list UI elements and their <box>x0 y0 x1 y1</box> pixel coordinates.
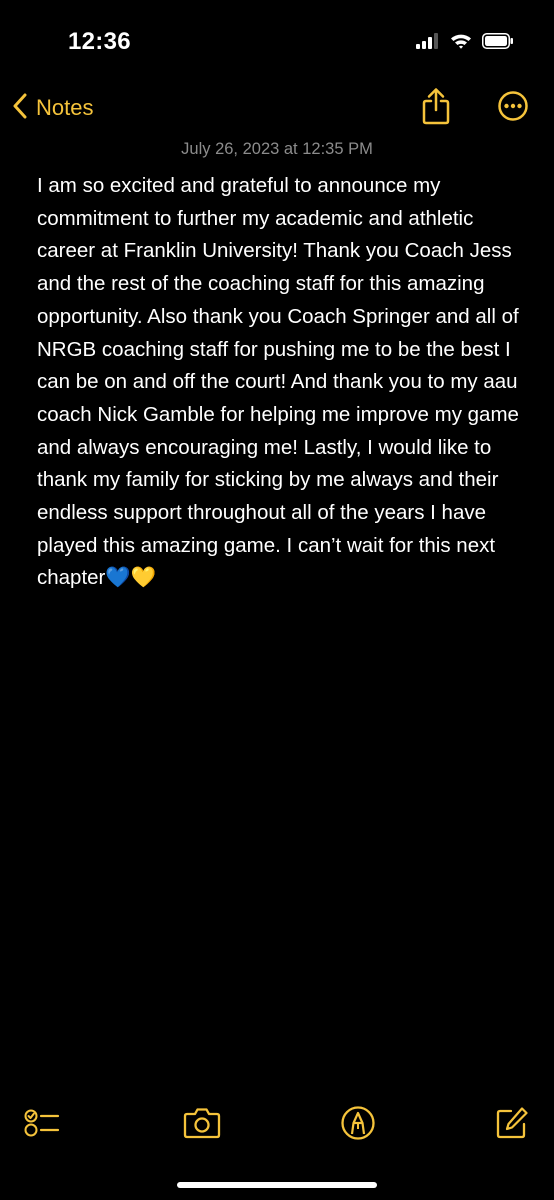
home-indicator[interactable] <box>177 1182 377 1188</box>
note-date: July 26, 2023 at 12:35 PM <box>181 140 373 158</box>
compose-button[interactable] <box>490 1103 534 1147</box>
back-label: Notes <box>36 95 94 120</box>
status-time: 12:36 <box>68 28 131 55</box>
camera-icon <box>183 1107 221 1144</box>
note-body[interactable]: I am so excited and grateful to announce… <box>37 170 527 595</box>
compose-icon <box>495 1106 529 1145</box>
wifi-icon <box>450 33 472 54</box>
bottom-toolbar <box>0 1098 554 1148</box>
status-icons <box>416 32 514 54</box>
nav-bar: Notes <box>0 80 554 136</box>
share-button[interactable] <box>416 87 456 130</box>
cellular-signal-icon <box>416 32 440 54</box>
chevron-left-icon <box>12 93 28 124</box>
status-bar: 12:36 <box>0 0 554 80</box>
markup-pen-icon <box>340 1105 376 1146</box>
markup-button[interactable] <box>336 1103 380 1147</box>
checklist-button[interactable] <box>20 1103 64 1147</box>
more-button[interactable] <box>493 88 533 128</box>
checklist-icon <box>24 1108 60 1143</box>
back-button[interactable]: Notes <box>12 88 93 128</box>
share-icon <box>421 87 451 130</box>
more-icon <box>497 90 529 127</box>
camera-button[interactable] <box>180 1103 224 1147</box>
battery-icon <box>482 32 514 54</box>
